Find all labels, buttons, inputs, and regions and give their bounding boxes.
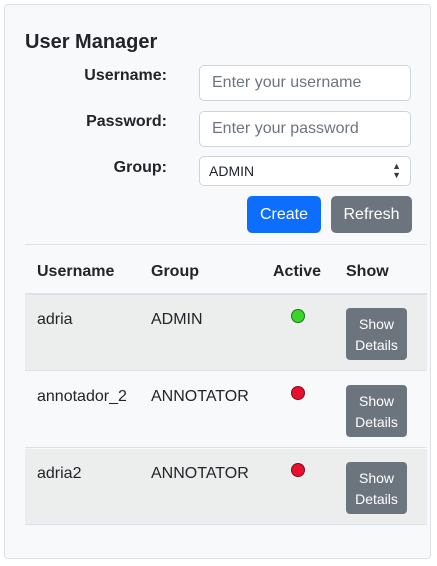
active-status-icon	[291, 386, 305, 400]
header-username: Username	[37, 263, 115, 280]
show-details-button[interactable]: Show Details	[346, 308, 407, 360]
table-row: adria2 ANNOTATOR Show Details	[25, 449, 427, 525]
header-active: Active	[273, 263, 322, 280]
group-select-value: ADMIN	[209, 163, 255, 179]
password-input[interactable]	[199, 111, 411, 147]
table-header: Username Group Active Show	[25, 245, 427, 295]
create-button[interactable]: Create	[247, 196, 321, 233]
header-show: Show	[346, 263, 389, 280]
cell-group: ANNOTATOR	[151, 465, 249, 482]
header-group: Group	[151, 263, 199, 280]
page-title: User Manager	[25, 31, 158, 53]
table-row: annotador_2 ANNOTATOR Show Details	[25, 372, 427, 448]
refresh-button[interactable]: Refresh	[331, 196, 412, 233]
active-status-icon	[291, 309, 305, 323]
password-label: Password:	[86, 113, 167, 130]
cell-username: adria2	[37, 465, 82, 482]
show-details-button[interactable]: Show Details	[346, 462, 407, 514]
table-row: adria ADMIN Show Details	[25, 295, 427, 371]
cell-username: adria	[37, 311, 73, 328]
active-status-icon	[291, 463, 305, 477]
cell-group: ADMIN	[151, 311, 203, 328]
username-label: Username:	[84, 67, 167, 84]
username-input[interactable]	[199, 65, 411, 101]
select-chevron-icon: ▲ ▼	[392, 161, 401, 180]
cell-group: ANNOTATOR	[151, 388, 249, 405]
show-details-button[interactable]: Show Details	[346, 385, 407, 437]
group-label: Group:	[113, 159, 167, 176]
user-manager-card: User Manager Username: Password: Group: …	[4, 4, 431, 559]
cell-username: annotador_2	[37, 388, 127, 405]
group-select[interactable]: ADMIN ▲ ▼	[199, 156, 411, 186]
